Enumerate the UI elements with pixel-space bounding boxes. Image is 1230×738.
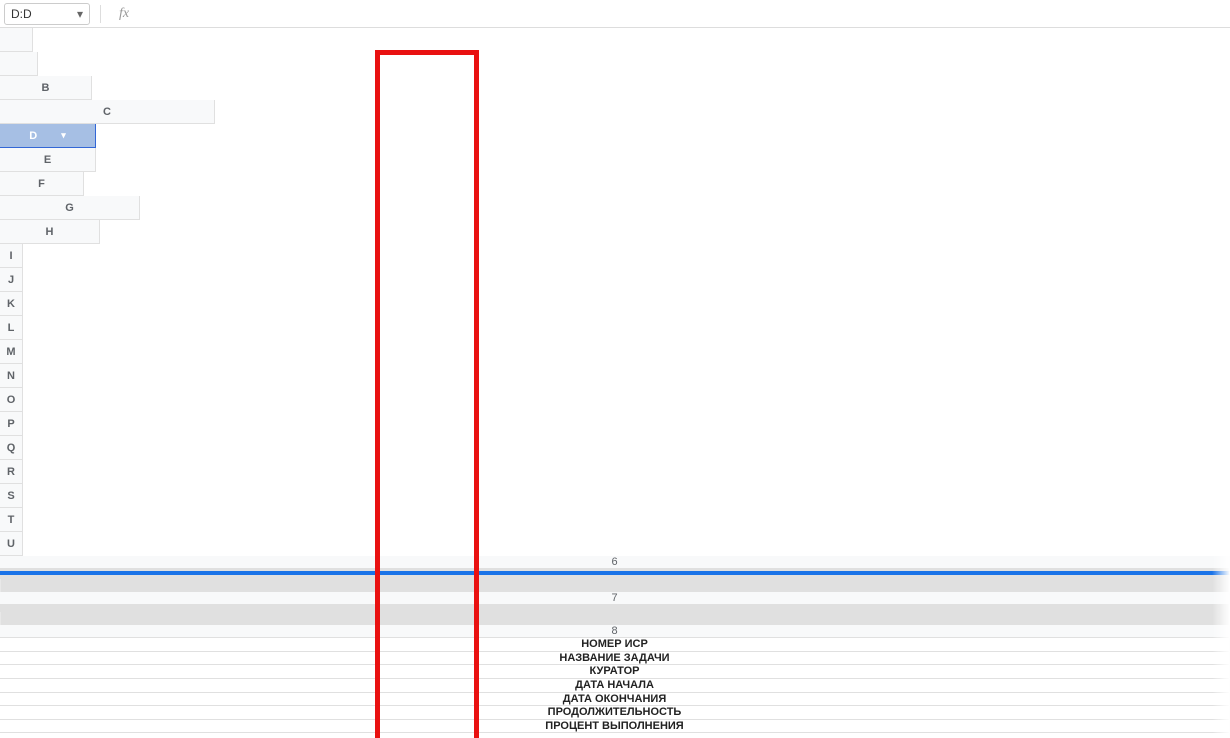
phase-title: ЭТАП 1	[0, 733, 1230, 738]
column-menu-icon[interactable]: ▾	[61, 130, 66, 141]
col-header-R[interactable]: R	[0, 460, 23, 484]
grid[interactable]: B C D ▾ E F G H I J K L M N O P Q R	[0, 28, 1230, 738]
col-label: C	[103, 106, 111, 118]
name-box-value: D:D	[11, 7, 32, 21]
col-label: R	[7, 466, 15, 478]
fx-icon: fx	[119, 6, 129, 22]
right-fade	[1212, 28, 1230, 738]
sheet-area[interactable]: B C D ▾ E F G H I J K L M N O P Q R	[0, 28, 1230, 738]
col-label: D	[29, 130, 37, 142]
group-gutter-header	[0, 28, 33, 52]
chevron-down-icon: ▾	[77, 7, 83, 21]
header-wbs: НОМЕР ИСР	[0, 638, 1230, 652]
col-label: F	[38, 178, 45, 190]
col-header-G[interactable]: G	[0, 196, 140, 220]
col-header-I[interactable]: I	[0, 244, 23, 268]
spreadsheet-app: D:D ▾ fx B C D ▾ E F G H I J	[0, 0, 1230, 738]
col-label: U	[7, 538, 15, 550]
col-header-Q[interactable]: Q	[0, 436, 23, 460]
col-header-T[interactable]: T	[0, 508, 23, 532]
name-box[interactable]: D:D ▾	[4, 3, 90, 25]
row-number[interactable]: 6	[0, 556, 1230, 569]
col-header-J[interactable]: J	[0, 268, 23, 292]
header-task: НАЗВАНИЕ ЗАДАЧИ	[0, 652, 1230, 666]
col-header-H[interactable]: H	[0, 220, 100, 244]
header-start: ДАТА НАЧАЛА	[0, 679, 1230, 693]
col-header-P[interactable]: P	[0, 412, 23, 436]
header-duration: ПРОДОЛЖИТЕЛЬНОСТЬ	[0, 706, 1230, 720]
col-label: S	[7, 490, 14, 502]
col-header-D[interactable]: D ▾	[0, 124, 96, 148]
row-number[interactable]: 7	[0, 592, 1230, 605]
header-end: ДАТА ОКОНЧАНИЯ	[0, 693, 1230, 707]
col-header-F[interactable]: F	[0, 172, 84, 196]
col-label: L	[8, 322, 15, 334]
col-header-K[interactable]: K	[0, 292, 23, 316]
col-label: E	[44, 154, 51, 166]
header-owner: КУРАТОР	[0, 665, 1230, 679]
col-label: B	[42, 82, 50, 94]
col-header-N[interactable]: N	[0, 364, 23, 388]
col-header-B[interactable]: B	[0, 76, 92, 100]
col-header-L[interactable]: L	[0, 316, 23, 340]
col-header-E[interactable]: E	[0, 148, 96, 172]
col-header-M[interactable]: M	[0, 340, 23, 364]
header-percent: ПРОЦЕНТ ВЫПОЛНЕНИЯ	[0, 720, 1230, 734]
col-label: H	[46, 226, 54, 238]
col-label: O	[7, 394, 16, 406]
col-label: Q	[7, 442, 16, 454]
row-number[interactable]: 8	[0, 625, 1230, 638]
col-header-O[interactable]: O	[0, 388, 23, 412]
col-label: T	[8, 514, 15, 526]
divider	[100, 5, 101, 23]
formula-bar: D:D ▾ fx	[0, 0, 1230, 28]
col-header-C[interactable]: C	[0, 100, 215, 124]
col-label: G	[65, 202, 74, 214]
col-label: J	[8, 274, 14, 286]
corner-cell[interactable]	[0, 52, 38, 76]
col-label: K	[7, 298, 15, 310]
col-label: I	[9, 250, 12, 262]
col-label: N	[7, 370, 15, 382]
col-label: M	[6, 346, 15, 358]
col-label: P	[7, 418, 14, 430]
col-header-U[interactable]: U	[0, 532, 23, 556]
col-header-S[interactable]: S	[0, 484, 23, 508]
